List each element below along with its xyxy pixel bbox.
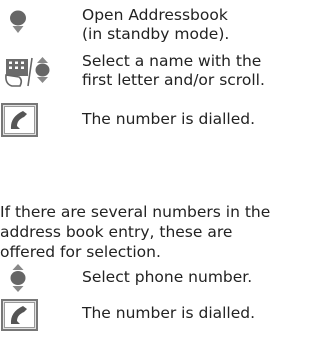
- instruction-text: The number is dialled.: [82, 110, 256, 128]
- instruction-row: Select phone number.: [0, 262, 323, 302]
- keypad-or-navigation-key-icon: [0, 52, 70, 92]
- call-key-icon: [0, 102, 70, 142]
- instruction-row: The number is dialled.: [0, 102, 323, 142]
- page: { "steps": [ {"icon": "navigation-key-do…: [0, 0, 323, 332]
- instruction-text: Open Addressbook (in standby mode).: [82, 6, 230, 43]
- instruction-row: Open Addressbook (in standby mode).: [0, 6, 323, 46]
- instruction-row: The number is dialled.: [0, 298, 323, 338]
- instruction-text: Select a name with the first letter and/…: [82, 52, 265, 89]
- instruction-row: Select a name with the first letter and/…: [0, 52, 323, 92]
- call-key-icon: [0, 298, 70, 338]
- instruction-text: Select phone number.: [82, 268, 253, 286]
- note-paragraph: If there are several numbers in the addr…: [0, 203, 271, 261]
- instruction-text: The number is dialled.: [82, 304, 256, 322]
- navigation-key-up-down-icon: [0, 262, 70, 302]
- navigation-key-down-icon: [0, 6, 70, 46]
